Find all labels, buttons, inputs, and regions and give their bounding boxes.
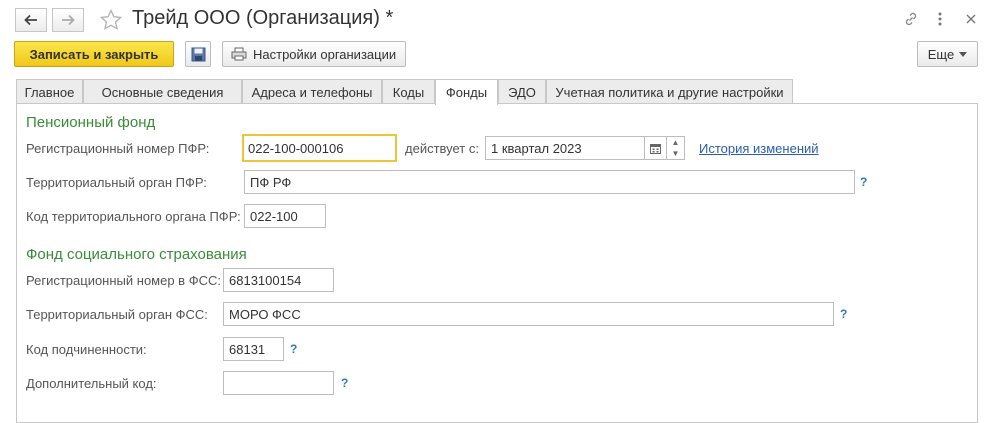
more-actions-button[interactable] bbox=[931, 10, 949, 28]
pfr-reg-number-input[interactable]: 022-100-000106 bbox=[242, 134, 397, 162]
pfr-territorial-help-icon[interactable]: ? bbox=[860, 175, 867, 189]
stepper-up-icon[interactable]: ▲ bbox=[667, 137, 684, 148]
additional-code-label: Дополнительный код: bbox=[26, 376, 157, 391]
printer-icon bbox=[231, 47, 247, 61]
star-icon bbox=[99, 8, 123, 30]
tab-edo[interactable]: ЭДО bbox=[498, 79, 546, 104]
more-menu-button[interactable]: Еще bbox=[917, 41, 978, 67]
fss-territorial-help-icon[interactable]: ? bbox=[840, 307, 847, 321]
arrow-right-icon bbox=[62, 14, 75, 26]
save-and-close-button[interactable]: Записать и закрыть bbox=[14, 41, 174, 67]
quarter-stepper[interactable]: ▲ ▼ bbox=[667, 136, 685, 160]
pfr-section-title: Пенсионный фонд bbox=[26, 114, 156, 131]
tab-main[interactable]: Главное bbox=[16, 79, 83, 104]
more-vertical-icon bbox=[938, 12, 942, 26]
subordination-help-icon[interactable]: ? bbox=[290, 342, 297, 356]
forward-button[interactable] bbox=[52, 8, 84, 32]
tab-addresses-phones[interactable]: Адреса и телефоны bbox=[242, 79, 382, 104]
tab-basic-info[interactable]: Основные сведения bbox=[83, 79, 242, 104]
subordination-input[interactable]: 68131 bbox=[223, 337, 284, 361]
link-button[interactable] bbox=[902, 10, 920, 28]
fss-section-title: Фонд социального страхования bbox=[26, 246, 247, 263]
save-button[interactable] bbox=[185, 41, 211, 67]
pfr-territorial-code-label: Код территориального органа ПФР: bbox=[26, 209, 241, 224]
additional-code-help-icon[interactable]: ? bbox=[341, 376, 348, 390]
fss-reg-number-label: Регистрационный номер в ФСС: bbox=[26, 273, 221, 288]
tab-funds[interactable]: Фонды bbox=[435, 79, 498, 105]
calendar-button[interactable] bbox=[645, 136, 667, 160]
additional-code-input[interactable] bbox=[223, 371, 334, 395]
tab-codes[interactable]: Коды bbox=[382, 79, 435, 104]
favorite-star-button[interactable] bbox=[99, 8, 123, 32]
close-icon bbox=[966, 14, 976, 24]
tab-accounting-policy[interactable]: Учетная политика и другие настройки bbox=[546, 79, 793, 104]
valid-from-label: действует с: bbox=[405, 141, 479, 156]
more-menu-label: Еще bbox=[927, 46, 955, 62]
fss-reg-number-input[interactable]: 6813100154 bbox=[223, 268, 334, 292]
stepper-down-icon[interactable]: ▼ bbox=[667, 148, 684, 159]
pfr-territorial-code-input[interactable]: 022-100 bbox=[244, 204, 326, 228]
history-link[interactable]: История изменений bbox=[699, 141, 819, 156]
close-button[interactable] bbox=[962, 10, 980, 28]
organization-settings-button[interactable]: Настройки организации bbox=[222, 41, 406, 67]
chevron-down-icon bbox=[959, 51, 968, 57]
valid-from-input[interactable]: 1 квартал 2023 bbox=[485, 136, 645, 160]
fss-territorial-input[interactable]: МОРО ФСС bbox=[223, 302, 834, 326]
back-button[interactable] bbox=[15, 8, 47, 32]
pfr-territorial-label: Территориальный орган ПФР: bbox=[26, 175, 207, 190]
floppy-disk-icon bbox=[191, 47, 205, 61]
arrow-left-icon bbox=[24, 14, 37, 26]
organization-settings-label: Настройки организации bbox=[253, 46, 397, 62]
window-title: Трейд ООО (Организация) * bbox=[132, 7, 394, 29]
pfr-territorial-input[interactable]: ПФ РФ bbox=[244, 170, 855, 194]
link-icon bbox=[905, 12, 917, 26]
subordination-label: Код подчиненности: bbox=[26, 342, 147, 357]
pfr-reg-number-label: Регистрационный номер ПФР: bbox=[26, 141, 210, 156]
fss-territorial-label: Территориальный орган ФСС: bbox=[26, 307, 208, 322]
calendar-icon bbox=[650, 143, 661, 154]
